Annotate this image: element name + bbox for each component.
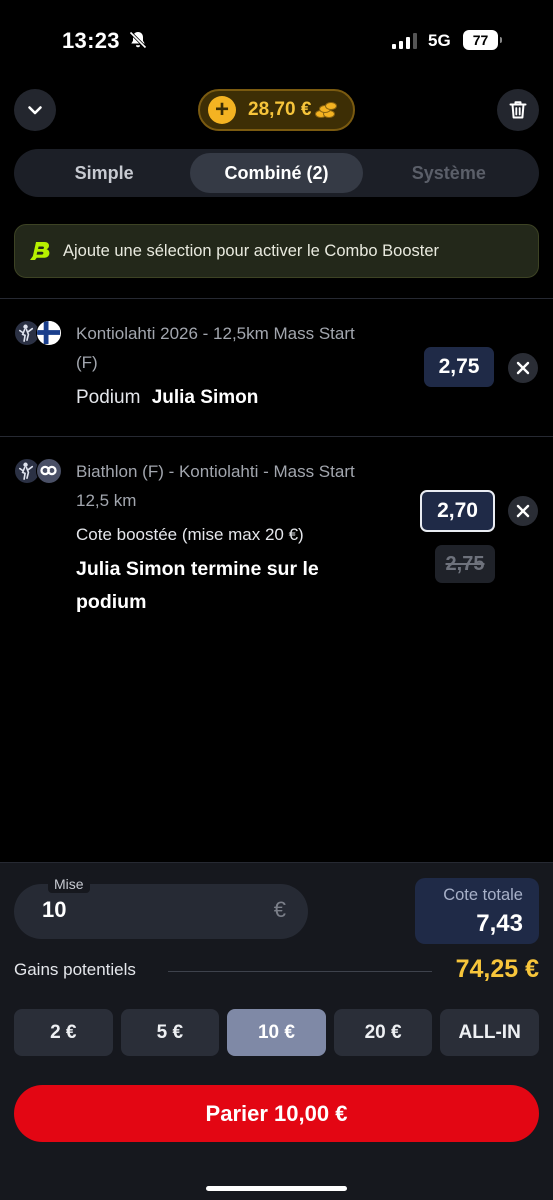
- signal-icon: [392, 33, 417, 49]
- selection-pick: Julia Simon: [151, 387, 259, 408]
- selection-event-name: Kontiolahti 2026 - 12,5km Mass Start (F): [76, 324, 355, 372]
- coins-icon: [315, 102, 338, 118]
- stake-input[interactable]: Mise 10 €: [14, 875, 308, 939]
- total-odds-label: Cote totale: [443, 886, 523, 904]
- remove-selection-button[interactable]: [508, 496, 538, 526]
- remove-selection-button[interactable]: [508, 353, 538, 383]
- selection-event-name: Biathlon (F) - Kontiolahti - Mass Start …: [76, 462, 355, 510]
- stake-label: Mise: [48, 875, 90, 893]
- quick-stake-buttons: 2 € 5 € 10 € 20 € ALL-IN: [14, 1009, 539, 1056]
- bell-muted-icon: [129, 31, 147, 49]
- total-odds-box: Cote totale 7,43: [415, 878, 539, 944]
- original-odds: 2,75: [435, 545, 495, 583]
- selection-market: Podium Julia Simon: [76, 387, 259, 408]
- potential-gains-label: Gains potentiels: [14, 960, 136, 979]
- place-bet-button[interactable]: Parier 10,00 €: [14, 1085, 539, 1142]
- boosted-odds[interactable]: 2,70: [420, 490, 495, 532]
- booster-logo-icon: [30, 242, 50, 260]
- tab-combine[interactable]: Combiné (2): [190, 153, 363, 193]
- combo-link-icon: [36, 458, 62, 484]
- stake-value[interactable]: 10: [42, 897, 66, 923]
- balance-amount: 28,70 €: [248, 99, 312, 120]
- battery-icon: 77: [463, 30, 502, 50]
- status-time: 13:23: [62, 28, 120, 53]
- divider: [0, 436, 553, 437]
- collapse-button[interactable]: [14, 89, 56, 131]
- close-icon: [516, 361, 530, 375]
- selection-odds[interactable]: 2,75: [424, 347, 494, 387]
- selection-icons: [14, 458, 64, 488]
- booster-message: Ajoute une sélection pour activer le Com…: [63, 241, 440, 260]
- home-indicator[interactable]: [206, 1186, 347, 1191]
- selection-icons: [14, 320, 64, 350]
- quick-stake-all-in[interactable]: ALL-IN: [440, 1009, 539, 1056]
- potential-gains-value: 74,25 €: [455, 955, 539, 983]
- delete-all-button[interactable]: [497, 89, 539, 131]
- chevron-down-icon: [28, 106, 42, 115]
- close-icon: [516, 504, 530, 518]
- network-type: 5G: [428, 31, 451, 50]
- trash-icon: [509, 101, 527, 119]
- quick-stake-5[interactable]: 5 €: [120, 1009, 220, 1056]
- status-bar: 13:23 5G 77: [0, 0, 553, 80]
- euro-icon: €: [273, 897, 286, 922]
- finland-flag-icon: [36, 320, 62, 346]
- bet-type-tabs: Simple Combiné (2) Système: [14, 149, 539, 197]
- add-funds-icon[interactable]: +: [208, 96, 236, 124]
- selection-market: Cote boostée (mise max 20 €): [76, 525, 304, 544]
- quick-stake-10[interactable]: 10 €: [227, 1009, 326, 1056]
- quick-stake-2[interactable]: 2 €: [14, 1009, 113, 1056]
- selection-pick: Julia Simon termine sur le podium: [76, 558, 319, 613]
- balance-pill[interactable]: + 28,70 €: [198, 89, 355, 131]
- total-odds-value: 7,43: [476, 910, 523, 937]
- divider: [0, 298, 553, 299]
- combo-booster-banner: Ajoute une sélection pour activer le Com…: [14, 224, 539, 278]
- tab-systeme[interactable]: Système: [363, 153, 535, 193]
- tab-simple[interactable]: Simple: [18, 153, 190, 193]
- divider: [168, 971, 432, 972]
- quick-stake-20[interactable]: 20 €: [333, 1009, 433, 1056]
